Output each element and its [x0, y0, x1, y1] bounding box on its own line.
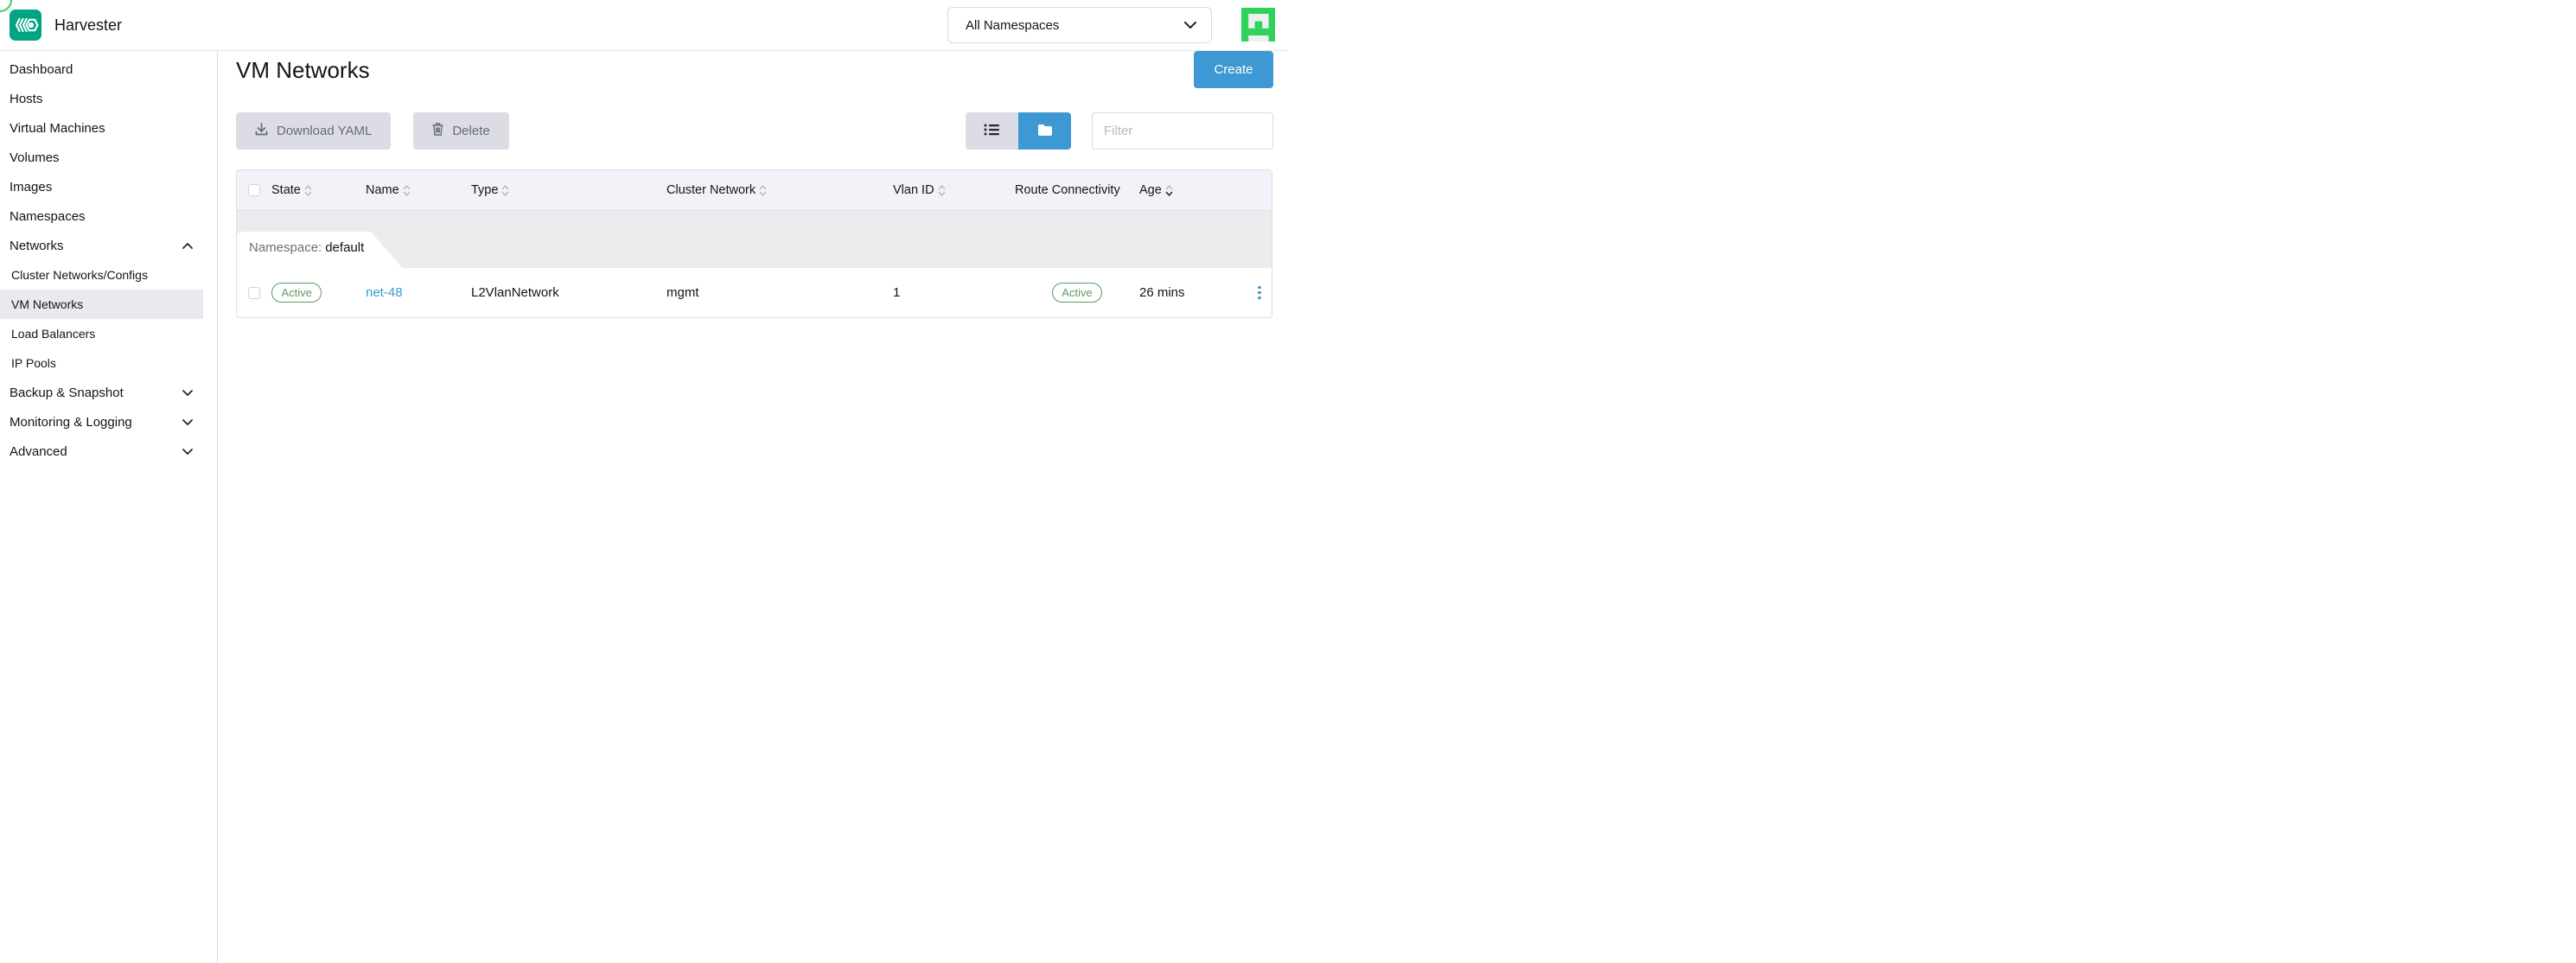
- vm-networks-table: State Name Type Cluster Network Vlan ID …: [236, 169, 1272, 318]
- chevron-down-icon: [182, 418, 198, 425]
- kebab-menu-icon[interactable]: [1254, 283, 1265, 303]
- sidebar-item-label: Dashboard: [10, 61, 73, 77]
- column-label: State: [271, 183, 301, 197]
- trash-icon: [432, 123, 443, 139]
- sidebar-item-label: Cluster Networks/Configs: [11, 268, 148, 282]
- sidebar-item-label: Advanced: [10, 443, 67, 459]
- vlan-id-value: 1: [893, 285, 901, 300]
- column-label: Vlan ID: [893, 183, 934, 197]
- column-header-state[interactable]: State: [271, 183, 366, 197]
- sort-arrows-icon: [501, 184, 510, 196]
- sidebar-item-label: Volumes: [10, 150, 60, 165]
- harvester-logo-icon[interactable]: [10, 10, 41, 41]
- sort-arrows-icon: [403, 184, 411, 196]
- sort-arrows-icon: [1165, 184, 1173, 196]
- sidebar-item-backup-snapshot[interactable]: Backup & Snapshot: [0, 378, 203, 407]
- sidebar-item-virtual-machines[interactable]: Virtual Machines: [0, 113, 203, 143]
- chevron-down-icon: [182, 389, 198, 396]
- chevron-down-icon: [182, 448, 198, 455]
- sidebar: Dashboard Hosts Virtual Machines Volumes…: [0, 51, 218, 963]
- download-yaml-button[interactable]: Download YAML: [236, 112, 392, 150]
- namespace-group-row: Namespace: default: [237, 211, 1272, 268]
- list-view-icon: [984, 123, 1000, 139]
- grouped-view-button[interactable]: [1018, 112, 1071, 150]
- sidebar-item-images[interactable]: Images: [0, 172, 203, 201]
- sidebar-item-label: Virtual Machines: [10, 120, 105, 136]
- chevron-down-icon: [1184, 22, 1196, 29]
- namespace-group-value: default: [325, 240, 365, 255]
- type-value: L2VlanNetwork: [471, 285, 559, 300]
- select-all-checkbox[interactable]: [248, 184, 260, 196]
- sidebar-item-label: Backup & Snapshot: [10, 385, 124, 400]
- sort-arrows-icon: [937, 184, 946, 196]
- sidebar-item-load-balancers[interactable]: Load Balancers: [0, 319, 203, 348]
- route-connectivity-badge: Active: [1051, 283, 1103, 303]
- sidebar-item-hosts[interactable]: Hosts: [0, 84, 203, 113]
- column-header-name[interactable]: Name: [366, 183, 471, 197]
- network-name-link[interactable]: net-48: [366, 285, 403, 300]
- sidebar-item-label: IP Pools: [11, 356, 56, 370]
- column-label: Route Connectivity: [1015, 183, 1120, 197]
- row-checkbox[interactable]: [248, 286, 260, 299]
- column-label: Type: [471, 183, 499, 197]
- download-yaml-label: Download YAML: [277, 124, 373, 138]
- state-badge: Active: [271, 283, 322, 303]
- sort-arrows-icon: [304, 184, 312, 196]
- namespace-group-key: Namespace:: [249, 240, 322, 255]
- list-view-button[interactable]: [966, 112, 1018, 150]
- column-label: Age: [1139, 183, 1162, 197]
- table-row: Active net-48 L2VlanNetwork mgmt 1 Activ…: [237, 268, 1272, 317]
- sidebar-item-label: Monitoring & Logging: [10, 414, 132, 430]
- sidebar-item-label: Load Balancers: [11, 327, 96, 341]
- sort-arrows-icon: [759, 184, 767, 196]
- table-header-row: State Name Type Cluster Network Vlan ID …: [237, 170, 1272, 211]
- sidebar-item-dashboard[interactable]: Dashboard: [0, 54, 203, 84]
- top-header: Harvester All Namespaces: [0, 0, 1288, 51]
- column-header-route-connectivity[interactable]: Route Connectivity: [1015, 183, 1139, 197]
- column-header-type[interactable]: Type: [471, 183, 666, 197]
- delete-label: Delete: [452, 124, 490, 138]
- sidebar-item-volumes[interactable]: Volumes: [0, 143, 203, 172]
- namespace-selector-value: All Namespaces: [966, 17, 1060, 33]
- column-header-cluster-network[interactable]: Cluster Network: [666, 183, 893, 197]
- namespace-group-label: Namespace: default: [249, 240, 364, 255]
- avatar[interactable]: [1241, 8, 1275, 41]
- sidebar-item-label: Images: [10, 179, 53, 195]
- sidebar-item-ip-pools[interactable]: IP Pools: [0, 348, 203, 378]
- toolbar: Download YAML Delete: [236, 112, 1273, 150]
- sidebar-item-label: Networks: [10, 238, 64, 253]
- page-title: VM Networks: [236, 56, 370, 83]
- sidebar-item-monitoring-logging[interactable]: Monitoring & Logging: [0, 407, 203, 437]
- sidebar-item-namespaces[interactable]: Namespaces: [0, 201, 203, 231]
- column-header-age[interactable]: Age: [1139, 183, 1246, 197]
- column-header-vlan-id[interactable]: Vlan ID: [893, 183, 1015, 197]
- chevron-up-icon: [182, 242, 198, 249]
- sidebar-item-label: Namespaces: [10, 208, 86, 224]
- delete-button[interactable]: Delete: [413, 112, 509, 150]
- sidebar-item-advanced[interactable]: Advanced: [0, 437, 203, 466]
- sidebar-item-vm-networks[interactable]: VM Networks: [0, 290, 203, 319]
- sidebar-item-cluster-networks-configs[interactable]: Cluster Networks/Configs: [0, 260, 203, 290]
- age-value: 26 mins: [1139, 285, 1185, 300]
- sidebar-item-label: VM Networks: [11, 297, 84, 311]
- create-button[interactable]: Create: [1194, 51, 1273, 88]
- app-title: Harvester: [54, 16, 123, 34]
- sidebar-item-label: Hosts: [10, 91, 43, 106]
- view-toggle: [966, 112, 1071, 150]
- namespace-selector[interactable]: All Namespaces: [947, 7, 1212, 43]
- cluster-network-value: mgmt: [666, 285, 699, 300]
- grouped-view-icon: [1037, 124, 1053, 139]
- column-label: Name: [366, 183, 399, 197]
- sidebar-item-networks[interactable]: Networks: [0, 231, 203, 260]
- download-icon: [255, 122, 268, 140]
- column-label: Cluster Network: [666, 183, 756, 197]
- filter-input[interactable]: [1092, 112, 1273, 150]
